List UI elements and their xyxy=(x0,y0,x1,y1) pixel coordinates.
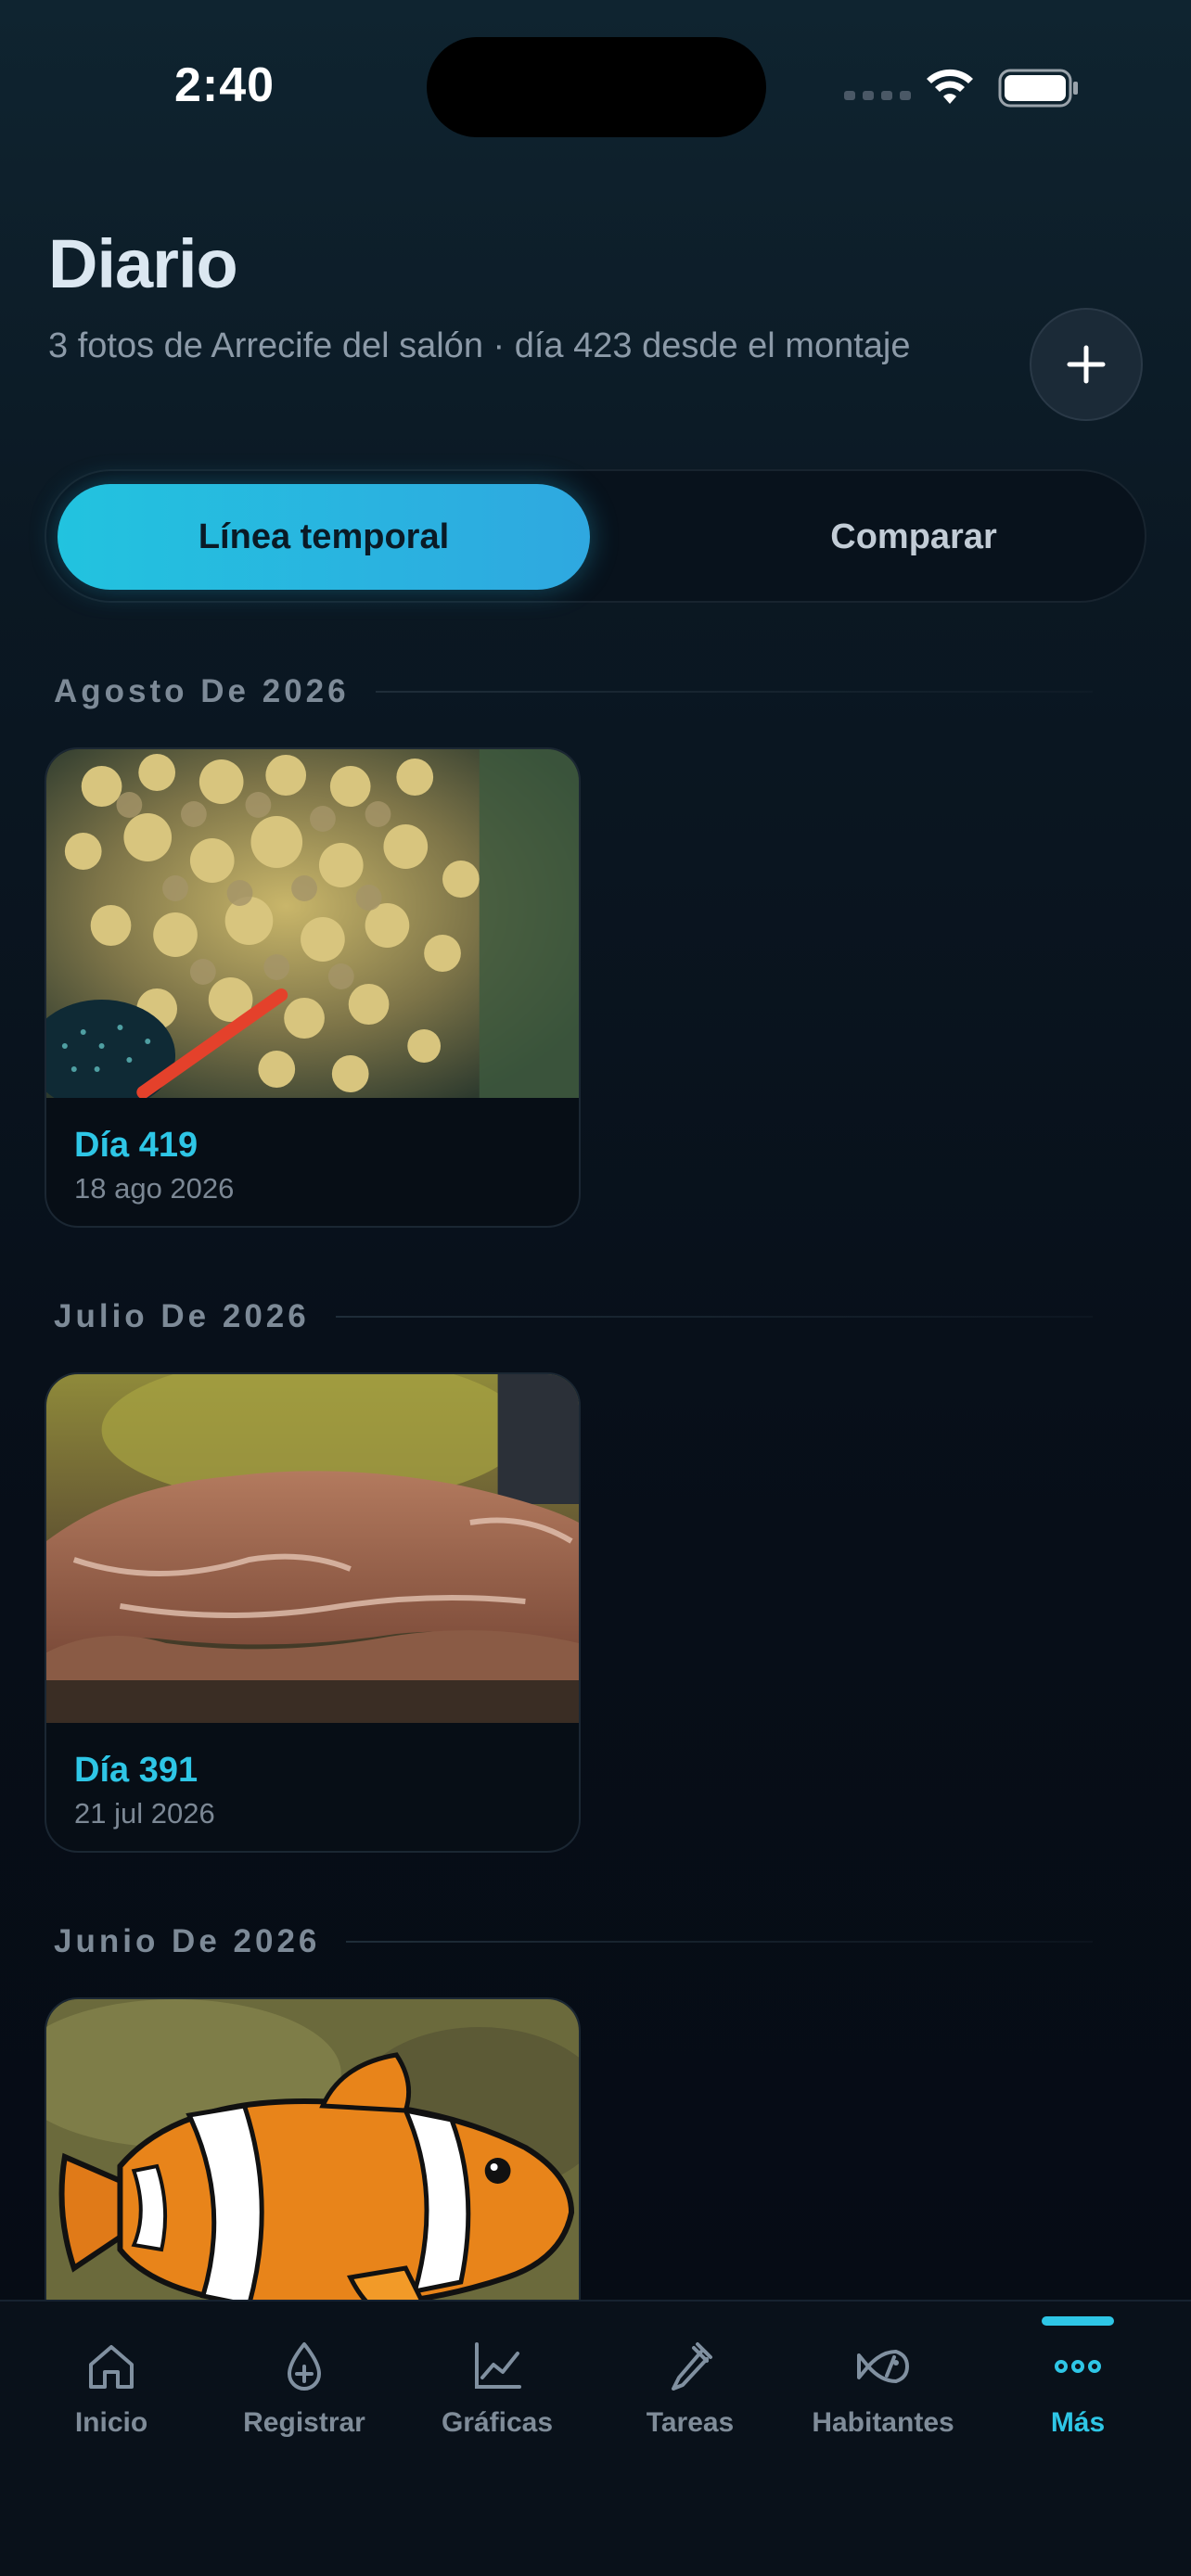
month-divider xyxy=(335,1316,1093,1318)
journal-entry-card[interactable]: Día 419 18 ago 2026 xyxy=(45,747,581,1228)
tab-label: Habitantes xyxy=(812,2407,954,2438)
month-divider xyxy=(375,691,1093,693)
tab-mas[interactable]: Más xyxy=(985,2339,1171,2439)
tab-label: Más xyxy=(1050,2407,1106,2438)
month-divider xyxy=(346,1941,1093,1943)
battery-icon xyxy=(998,69,1078,108)
more-icon xyxy=(1055,2360,1101,2373)
segment-timeline[interactable]: Línea temporal xyxy=(58,484,590,590)
month-header: Julio De 2026 xyxy=(54,1298,1093,1335)
active-tab-indicator xyxy=(1042,2316,1114,2326)
tab-label: Tareas xyxy=(646,2407,735,2438)
screen: 2:40 Diario 3 fotos de Arrecife del saló… xyxy=(0,0,1191,2576)
pipette-icon xyxy=(672,2342,712,2391)
plus-icon xyxy=(1067,345,1106,384)
tab-label: Registrar xyxy=(243,2407,365,2438)
month-header: Junio De 2026 xyxy=(54,1923,1093,1960)
month-label: Agosto De 2026 xyxy=(54,673,350,709)
journal-entry-card[interactable]: Día 391 21 jul 2026 xyxy=(45,1372,581,1853)
plate-coral-photo xyxy=(46,1374,579,1723)
entry-date: 21 jul 2026 xyxy=(74,1797,215,1830)
tab-inicio[interactable]: Inicio xyxy=(19,2339,204,2439)
entry-day: Día 391 xyxy=(74,1751,198,1790)
month-label: Julio De 2026 xyxy=(54,1298,310,1334)
tab-graficas[interactable]: Gráficas xyxy=(404,2339,590,2439)
fish-icon xyxy=(857,2350,909,2383)
wifi-icon xyxy=(927,69,973,104)
page-title: Diario xyxy=(48,225,238,302)
entry-day: Día 419 xyxy=(74,1126,198,1165)
status-time: 2:40 xyxy=(174,58,275,112)
tab-bar: Inicio Registrar Gráficas Tareas Habitan… xyxy=(0,2300,1191,2576)
cellular-signal-icon xyxy=(844,91,911,100)
tab-habitantes[interactable]: Habitantes xyxy=(790,2339,976,2439)
month-header: Agosto De 2026 xyxy=(54,673,1093,710)
tab-registrar[interactable]: Registrar xyxy=(211,2339,397,2439)
acropora-coral-photo xyxy=(46,749,579,1098)
tab-tareas[interactable]: Tareas xyxy=(597,2339,783,2439)
tab-label: Inicio xyxy=(74,2407,148,2438)
page-subtitle: 3 fotos de Arrecife del salón · día 423 … xyxy=(48,326,911,365)
add-photo-button[interactable] xyxy=(1030,308,1143,421)
entry-date: 18 ago 2026 xyxy=(74,1172,235,1205)
segment-compare[interactable]: Comparar xyxy=(640,484,1187,590)
dynamic-island xyxy=(427,37,766,137)
home-icon xyxy=(89,2345,134,2389)
drop-plus-icon xyxy=(288,2342,321,2391)
chart-icon xyxy=(475,2342,521,2389)
tab-label: Gráficas xyxy=(441,2407,554,2438)
month-label: Junio De 2026 xyxy=(54,1923,321,1959)
view-segmented-control: Línea temporal Comparar xyxy=(45,469,1146,603)
